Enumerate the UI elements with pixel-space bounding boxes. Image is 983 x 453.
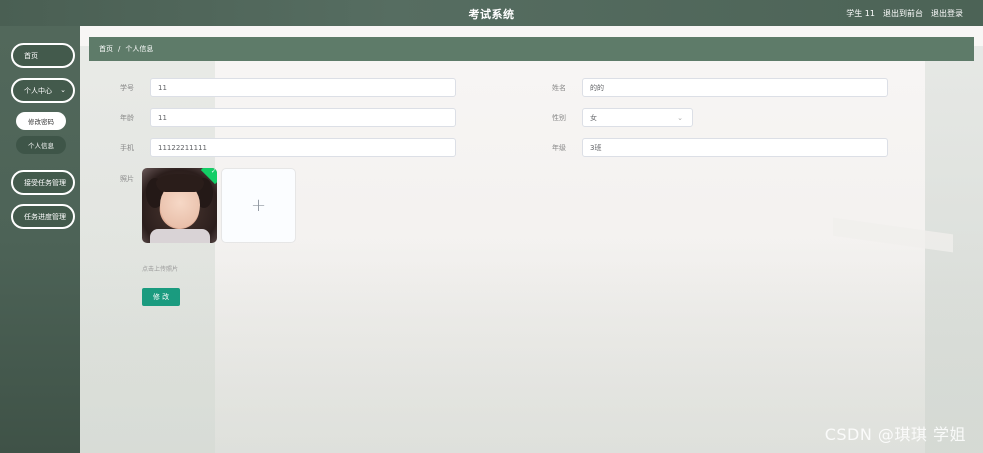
input-value: 11122211111 [158, 143, 207, 152]
field-label: 年龄 [120, 113, 134, 122]
top-bar: 考试系统 学生 11 退出到前台 退出登录 [0, 0, 983, 26]
select-value: 女 [590, 113, 597, 122]
sidebar-item-label: 个人信息 [28, 142, 54, 150]
main-content: 首页 / 个人信息 学号 11 姓名 的的 年龄 11 性别 女 ⌄ 手机 11… [80, 26, 983, 453]
sidebar: 首页 个人中心 ⌄ 修改密码 个人信息 接受任务管理 任务进度管理 [0, 26, 80, 453]
breadcrumb-home[interactable]: 首页 [99, 44, 113, 54]
app-title: 考试系统 [468, 8, 515, 21]
photo-upload-button[interactable]: + [221, 168, 296, 243]
watermark: CSDN @琪琪 学姐 [824, 425, 966, 444]
sidebar-item-label: 接受任务管理 [24, 178, 66, 187]
input-value: 的的 [590, 83, 604, 92]
name-input[interactable]: 的的 [582, 78, 888, 97]
sidebar-item-label: 修改密码 [28, 118, 54, 126]
name-field: 姓名 的的 [552, 78, 888, 97]
back-to-frontend-link[interactable]: 退出到前台 [883, 8, 923, 19]
grade-input[interactable]: 3班 [582, 138, 888, 157]
gender-field: 性别 女 ⌄ [552, 108, 693, 127]
sidebar-subitem-change-password[interactable]: 修改密码 [16, 112, 66, 130]
input-value: 3班 [590, 143, 602, 152]
logout-link[interactable]: 退出登录 [931, 8, 963, 19]
breadcrumb: 首页 / 个人信息 [89, 37, 974, 61]
input-value: 11 [158, 113, 167, 122]
grade-field: 年级 3班 [552, 138, 888, 157]
uploaded-photo-thumbnail[interactable]: ✓ [142, 168, 217, 243]
sidebar-item-home[interactable]: 首页 [11, 43, 75, 68]
upload-tip: 点击上传照片 [142, 266, 179, 273]
chevron-down-icon: ⌄ [677, 114, 683, 122]
breadcrumb-current: 个人信息 [125, 45, 154, 53]
sidebar-item-label: 首页 [24, 51, 38, 60]
sidebar-item-accept-task-management[interactable]: 接受任务管理 [11, 170, 75, 195]
input-value: 11 [158, 83, 167, 92]
phone-field: 手机 11122211111 [120, 138, 456, 157]
student-no-input[interactable]: 11 [150, 78, 456, 97]
student-no-field: 学号 11 [120, 78, 456, 97]
sidebar-item-personal-center[interactable]: 个人中心 ⌄ [11, 78, 75, 103]
user-menu: 学生 11 退出到前台 退出登录 [846, 8, 963, 19]
chevron-down-icon: ⌄ [60, 86, 66, 94]
current-user-label: 学生 11 [846, 9, 875, 18]
age-field: 年龄 11 [120, 108, 456, 127]
submit-button[interactable]: 修 改 [142, 288, 180, 306]
plus-icon: + [250, 195, 267, 216]
sidebar-item-label: 个人中心 [24, 86, 52, 95]
field-label: 性别 [552, 113, 566, 122]
field-label: 学号 [120, 83, 134, 92]
age-input[interactable]: 11 [150, 108, 456, 127]
sidebar-item-label: 任务进度管理 [24, 212, 66, 221]
photo-bangs [156, 174, 204, 192]
phone-input[interactable]: 11122211111 [150, 138, 456, 157]
field-label: 手机 [120, 143, 134, 152]
field-label: 姓名 [552, 83, 566, 92]
sidebar-item-task-progress-management[interactable]: 任务进度管理 [11, 204, 75, 229]
photo-shirt [150, 229, 210, 243]
field-label: 年级 [552, 143, 566, 152]
photo-label: 照片 [120, 175, 134, 183]
breadcrumb-separator: / [118, 45, 121, 53]
sidebar-subitem-personal-info[interactable]: 个人信息 [16, 136, 66, 154]
gender-select[interactable]: 女 ⌄ [582, 108, 693, 127]
check-icon: ✓ [210, 168, 216, 175]
